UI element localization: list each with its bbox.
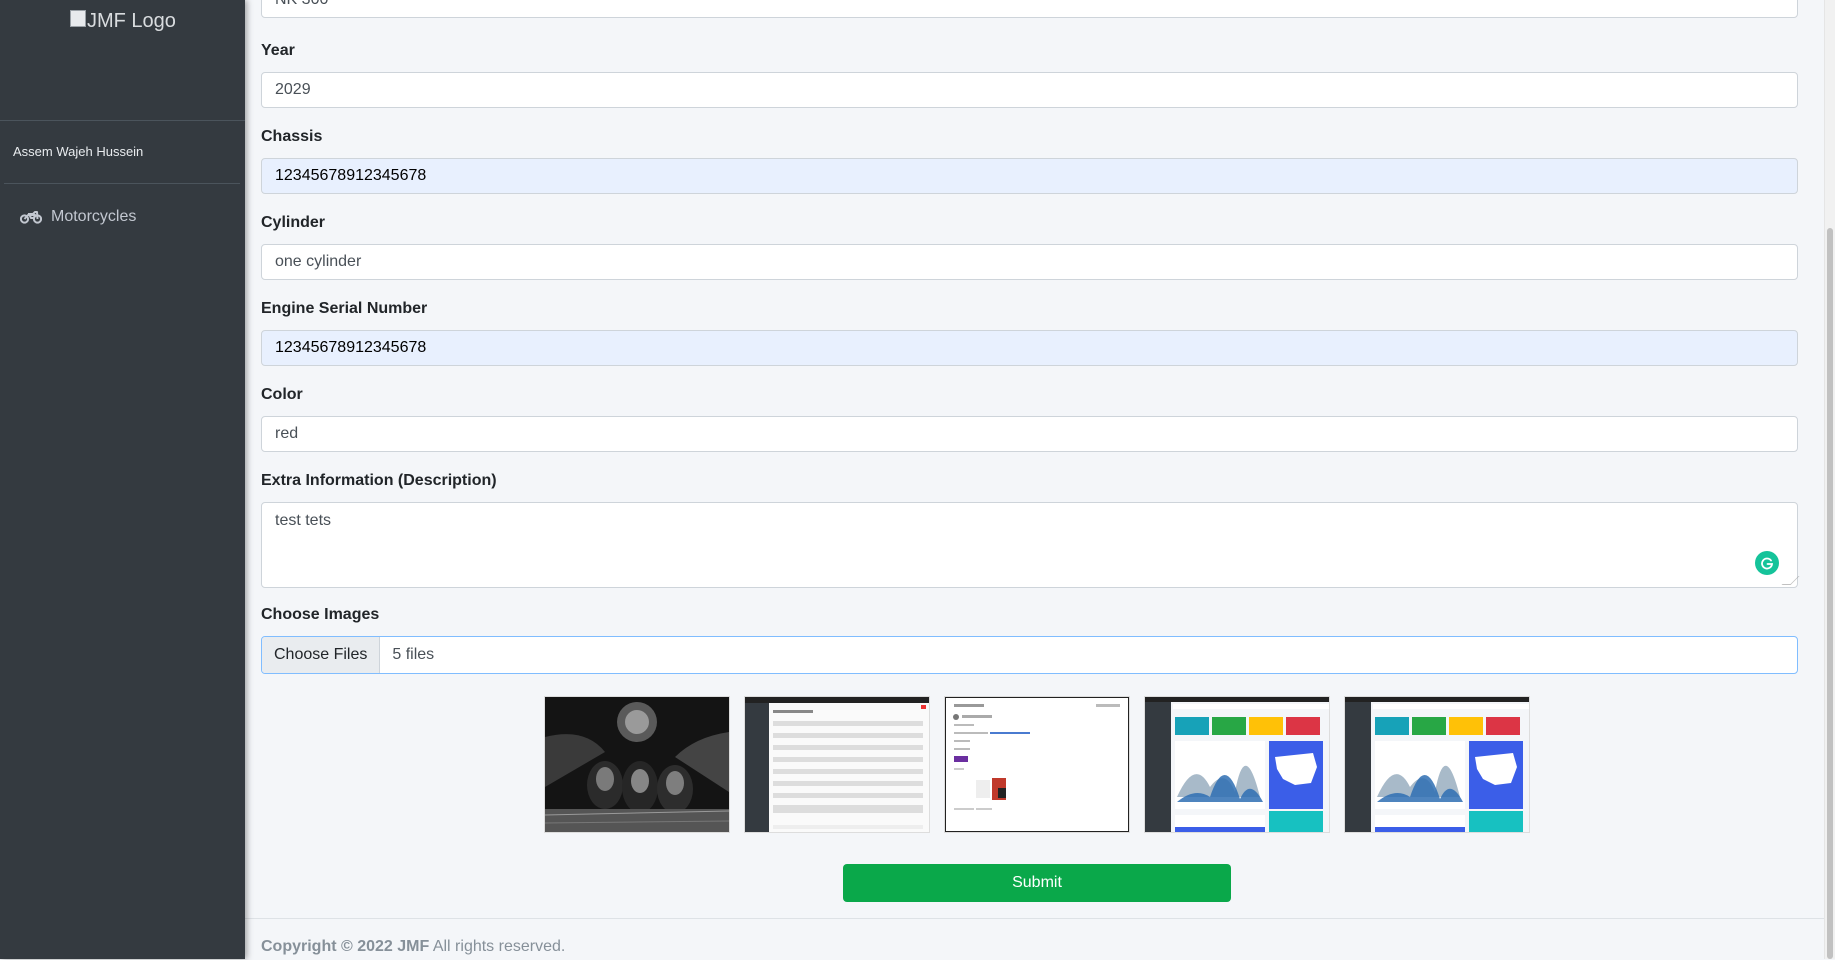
preview-image-3 (945, 697, 1129, 832)
file-count: 5 files (392, 646, 435, 663)
page-scrollbar[interactable] (1824, 0, 1835, 959)
cylinder-value: one cylinder (275, 253, 362, 270)
logo-alt-text: JMF Logo (87, 10, 176, 32)
engine-serial-value: 12345678912345678 (275, 339, 427, 356)
rights-text: All rights reserved. (429, 938, 566, 955)
cylinder-label: Cylinder (261, 214, 326, 231)
submit-button[interactable]: Submit (843, 864, 1231, 902)
model-input[interactable]: NK 300 (261, 0, 1798, 18)
color-value: red (275, 425, 299, 442)
color-label: Color (261, 386, 303, 403)
model-value: NK 300 (275, 0, 328, 9)
chassis-label: Chassis (261, 128, 323, 145)
user-name[interactable]: Assem Wajeh Hussein (13, 144, 143, 159)
sidebar: JMF Logo Assem Wajeh Hussein Motorcycles (0, 0, 245, 959)
main-content: NK 300 Year 2029 Chassis 123456789123456… (245, 0, 1835, 960)
description-label: Extra Information (Description) (261, 472, 497, 489)
engine-serial-label: Engine Serial Number (261, 300, 428, 317)
cylinder-input[interactable]: one cylinder (261, 244, 1798, 280)
images-label: Choose Images (261, 606, 380, 623)
images-file-input[interactable]: Choose Files 5 files (261, 636, 1798, 674)
user-panel: Assem Wajeh Hussein (4, 121, 240, 184)
footer: Copyright © 2022 JMF All rights reserved… (245, 918, 1835, 960)
color-input[interactable]: red (261, 416, 1798, 452)
motorcycle-icon (20, 211, 42, 224)
footer-text: Copyright © 2022 JMF All rights reserved… (261, 938, 565, 956)
grammarly-icon[interactable] (1755, 551, 1779, 575)
copyright-text: Copyright © 2022 JMF (261, 938, 430, 955)
chassis-value: 12345678912345678 (275, 167, 427, 184)
description-textarea[interactable]: test tets (261, 502, 1800, 588)
broken-image-icon (70, 10, 86, 27)
preview-image-5 (1345, 697, 1529, 832)
choose-files-button[interactable]: Choose Files (262, 637, 381, 673)
preview-image-2 (745, 697, 929, 832)
engine-serial-input[interactable]: 12345678912345678 (261, 330, 1798, 366)
resize-handle[interactable] (1781, 576, 1800, 585)
year-input[interactable]: 2029 (261, 72, 1798, 108)
image-previews (545, 697, 1529, 832)
nav-item-motorcycles[interactable]: Motorcycles (20, 208, 136, 226)
year-value: 2029 (275, 81, 311, 98)
description-value: test tets (275, 512, 332, 529)
chassis-input[interactable]: 12345678912345678 (261, 158, 1798, 194)
brand: JMF Logo (0, 0, 245, 121)
grammarly-g-icon (1761, 557, 1773, 570)
preview-image-1 (545, 697, 729, 832)
year-label: Year (261, 42, 295, 59)
nav-item-label: Motorcycles (51, 208, 137, 225)
brand-logo[interactable]: JMF Logo (70, 10, 176, 33)
scrollbar-thumb[interactable] (1827, 228, 1833, 959)
preview-image-4 (1145, 697, 1329, 832)
